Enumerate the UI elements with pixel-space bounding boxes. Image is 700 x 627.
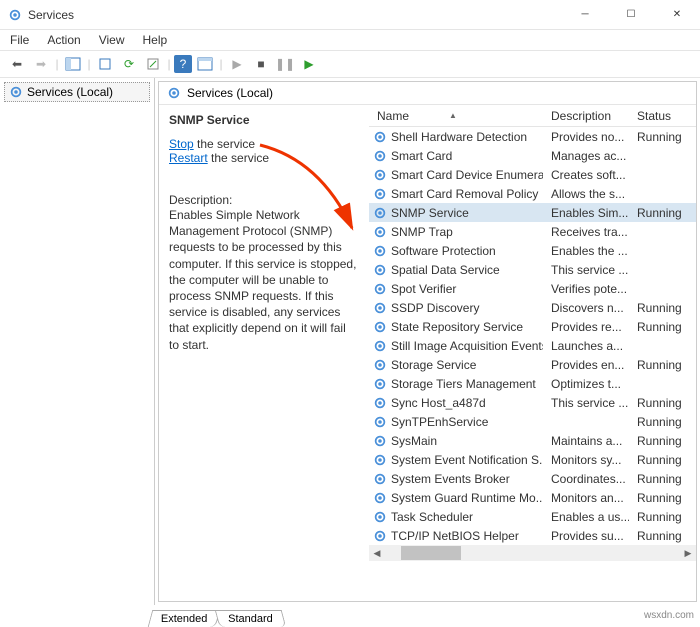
menu-view[interactable]: View: [99, 33, 125, 47]
gear-icon: [373, 510, 387, 524]
gear-icon: [373, 206, 387, 220]
table-row[interactable]: Software ProtectionEnables the ...: [369, 241, 696, 260]
restart-link[interactable]: Restart: [169, 151, 208, 165]
watermark: wsxdn.com: [644, 610, 694, 621]
pause-service-button[interactable]: ❚❚: [274, 53, 296, 75]
table-row[interactable]: Shell Hardware DetectionProvides no...Ru…: [369, 127, 696, 146]
stop-link[interactable]: Stop: [169, 137, 194, 151]
tree-item-services-local[interactable]: Services (Local): [4, 82, 150, 102]
back-button[interactable]: ⬅: [6, 53, 28, 75]
selected-service-name: SNMP Service: [169, 113, 359, 127]
gear-icon: [373, 434, 387, 448]
show-hide-tree-button[interactable]: [62, 53, 84, 75]
gear-icon: [373, 187, 387, 201]
restart-service-button[interactable]: ▶: [298, 53, 320, 75]
toolbar: ⬅ ➡ | | ⟳ | ? | ▶ ■ ❚❚ ▶: [0, 50, 700, 78]
gear-icon: [373, 301, 387, 315]
description-text: Enables Simple Network Management Protoc…: [169, 207, 359, 353]
content-header: Services (Local): [159, 82, 696, 105]
scroll-left-icon[interactable]: ◀: [369, 548, 385, 559]
refresh-button[interactable]: ⟳: [118, 53, 140, 75]
gear-icon: [373, 491, 387, 505]
table-row[interactable]: Smart Card Removal PolicyAllows the s...: [369, 184, 696, 203]
table-row[interactable]: System Guard Runtime Mo...Monitors an...…: [369, 488, 696, 507]
start-service-button[interactable]: ▶: [226, 53, 248, 75]
table-row[interactable]: Still Image Acquisition EventsLaunches a…: [369, 336, 696, 355]
action-button[interactable]: [194, 53, 216, 75]
horizontal-scrollbar[interactable]: ◀ ▶: [369, 545, 696, 561]
table-row[interactable]: SNMP ServiceEnables Sim...Running: [369, 203, 696, 222]
stop-service-button[interactable]: ■: [250, 53, 272, 75]
gear-icon: [373, 168, 387, 182]
table-row[interactable]: Smart CardManages ac...: [369, 146, 696, 165]
gear-icon: [373, 263, 387, 277]
gear-icon: [373, 453, 387, 467]
column-name[interactable]: Name▲: [369, 105, 543, 126]
gear-icon: [373, 415, 387, 429]
scroll-right-icon[interactable]: ▶: [680, 548, 696, 559]
menubar: File Action View Help: [0, 30, 700, 50]
gear-icon: [373, 377, 387, 391]
table-row[interactable]: Smart Card Device Enumera...Creates soft…: [369, 165, 696, 184]
menu-help[interactable]: Help: [143, 33, 168, 47]
gear-icon: [373, 472, 387, 486]
gear-icon: [373, 320, 387, 334]
menu-action[interactable]: Action: [47, 33, 80, 47]
description-label: Description:: [169, 193, 359, 207]
gear-icon: [373, 358, 387, 372]
service-list: Name▲ Description Status Shell Hardware …: [369, 105, 696, 601]
export-list-button[interactable]: [94, 53, 116, 75]
tab-standard[interactable]: Standard: [215, 610, 286, 627]
gear-icon: [373, 225, 387, 239]
detail-pane: SNMP Service Stop the service Restart th…: [159, 105, 369, 601]
gear-icon: [373, 149, 387, 163]
tab-extended[interactable]: Extended: [148, 610, 221, 627]
close-button[interactable]: ✕: [654, 0, 700, 30]
gear-icon: [373, 396, 387, 410]
maximize-button[interactable]: ☐: [608, 0, 654, 30]
table-row[interactable]: TCP/IP NetBIOS HelperProvides su...Runni…: [369, 526, 696, 545]
titlebar: Services ─ ☐ ✕: [0, 0, 700, 30]
table-row[interactable]: Task SchedulerEnables a us...Running: [369, 507, 696, 526]
table-row[interactable]: State Repository ServiceProvides re...Ru…: [369, 317, 696, 336]
column-status[interactable]: Status: [629, 105, 689, 126]
table-row[interactable]: Storage ServiceProvides en...Running: [369, 355, 696, 374]
table-row[interactable]: SSDP DiscoveryDiscovers n...Running: [369, 298, 696, 317]
forward-button[interactable]: ➡: [30, 53, 52, 75]
table-row[interactable]: Storage Tiers ManagementOptimizes t...: [369, 374, 696, 393]
table-row[interactable]: Sync Host_a487dThis service ...Running: [369, 393, 696, 412]
table-row[interactable]: System Events BrokerCoordinates...Runnin…: [369, 469, 696, 488]
help-button[interactable]: ?: [174, 55, 192, 73]
table-row[interactable]: SynTPEnhServiceRunning: [369, 412, 696, 431]
column-description[interactable]: Description: [543, 105, 629, 126]
services-icon: [8, 8, 22, 22]
tree-pane: Services (Local): [0, 78, 155, 605]
table-row[interactable]: Spatial Data ServiceThis service ...: [369, 260, 696, 279]
gear-icon: [373, 282, 387, 296]
table-row[interactable]: SNMP TrapReceives tra...: [369, 222, 696, 241]
scrollbar-thumb[interactable]: [401, 546, 461, 560]
gear-icon: [9, 85, 23, 99]
gear-icon: [373, 529, 387, 543]
gear-icon: [373, 244, 387, 258]
gear-icon: [373, 130, 387, 144]
minimize-button[interactable]: ─: [562, 0, 608, 30]
menu-file[interactable]: File: [10, 33, 29, 47]
table-row[interactable]: System Event Notification S...Monitors s…: [369, 450, 696, 469]
gear-icon: [373, 339, 387, 353]
properties-button[interactable]: [142, 53, 164, 75]
window-title: Services: [28, 8, 74, 22]
view-tabs: Extended Standard: [0, 605, 700, 627]
gear-icon: [167, 86, 181, 100]
table-row[interactable]: Spot VerifierVerifies pote...: [369, 279, 696, 298]
table-row[interactable]: SysMainMaintains a...Running: [369, 431, 696, 450]
